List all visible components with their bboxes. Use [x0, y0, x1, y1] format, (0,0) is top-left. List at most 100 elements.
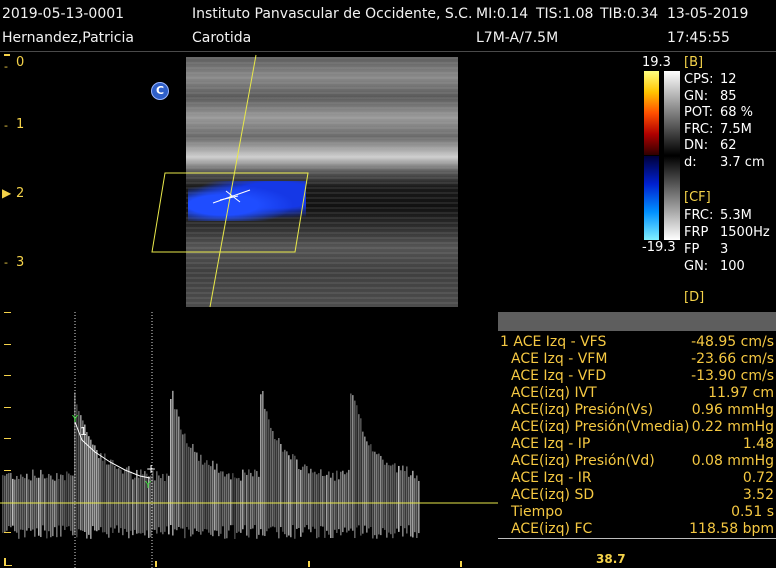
- spectrum-mark: [310, 468, 312, 533]
- spectrum-mark: [288, 455, 290, 536]
- spectrum-mark: [352, 395, 354, 531]
- spectrum-mark: [92, 444, 94, 527]
- colorbar-max: 19.3: [642, 55, 671, 70]
- cursor-label: 1: [80, 425, 87, 438]
- spectrum-mark: [414, 478, 416, 533]
- spectrum-mark: [4, 475, 6, 533]
- spectrum-mark: [336, 470, 338, 533]
- spectrum-mark: [100, 453, 102, 528]
- spectrum-mark: [152, 470, 154, 530]
- spectrum-mark: [342, 470, 344, 533]
- spectrum-mark: [262, 390, 264, 536]
- spectrum-mark: [204, 462, 206, 529]
- param-row: d: 3.7 cm: [684, 154, 765, 170]
- spectrum-mark: [182, 434, 184, 529]
- spectrum-mark: [190, 447, 192, 537]
- spectrum-mark: [62, 475, 64, 526]
- peak-marker-icon: Y: [71, 414, 79, 425]
- spectrum-mark: [16, 475, 18, 533]
- spectrum-mark: [202, 464, 204, 532]
- spectrum-mark: [228, 473, 230, 531]
- spectrum-mark: [304, 464, 306, 528]
- spectrum-mark: [258, 476, 260, 535]
- spectrum-mark: [156, 471, 158, 534]
- spectrum-mark: [46, 477, 48, 539]
- spectrum-mark: [56, 473, 58, 538]
- spectrum-mark: [208, 464, 210, 533]
- spectrum-mark: [338, 479, 340, 530]
- spectrum-mark: [164, 480, 166, 532]
- spectrum-mark: [132, 479, 134, 536]
- spectrum-mark: [334, 480, 336, 530]
- spectrum-mark: [110, 459, 112, 528]
- spectrum-mark: [66, 471, 68, 527]
- spectrum-mark: [330, 477, 332, 539]
- spectrum-mark: [312, 472, 314, 527]
- cf-params: FRC: 5.3M FRP 1500Hz FP 3 GN: 100: [684, 207, 770, 275]
- spectrum-mark: [366, 441, 368, 533]
- spectrum-mark: [94, 445, 96, 531]
- param-row: GN: 100: [684, 259, 745, 274]
- color-map-positive: [644, 71, 659, 155]
- spectrum-mark: [284, 449, 286, 535]
- spectrum-mark: [298, 469, 300, 528]
- spectrum-mark: [380, 455, 382, 536]
- spectrum-mark: [362, 431, 364, 534]
- spectrum-mark: [246, 474, 248, 536]
- param-row: GN: 85: [684, 88, 737, 104]
- spectrum-mark: [6, 473, 8, 531]
- spectrum-mark: [418, 480, 420, 534]
- param-row: FRP 1500Hz: [684, 225, 770, 240]
- spectrum-mark: [30, 480, 32, 531]
- spectrum-mark: [396, 472, 398, 529]
- spectrum-mark: [206, 460, 208, 530]
- spectrum-mark: [24, 478, 26, 538]
- spectrum-mark: [38, 477, 40, 536]
- spectrum-mark: [316, 474, 318, 539]
- spectrum-mark: [360, 418, 362, 536]
- spectrum-mark: [250, 472, 252, 530]
- spectrum-mark: [382, 459, 384, 529]
- param-row: CPS: 12: [684, 72, 737, 87]
- param-row: FRC: 5.3M: [684, 208, 752, 223]
- spectrum-mark: [264, 408, 266, 537]
- spectrum-mark: [276, 440, 278, 533]
- doppler-cursor-line: [209, 54, 257, 308]
- spectrum-mark: [378, 453, 380, 535]
- spectrum-mark: [406, 466, 408, 534]
- spectrum-mark: [186, 443, 188, 528]
- spectrum-mark: [386, 462, 388, 538]
- spectrum-mark: [292, 454, 294, 526]
- spectrum-mark: [268, 419, 270, 529]
- spectrum-mark: [42, 474, 44, 526]
- end-marker-icon: Y: [144, 480, 152, 491]
- spectrum-mark: [86, 432, 88, 539]
- cf-params-title: [CF]: [684, 190, 711, 205]
- spectrum-mark: [172, 390, 174, 536]
- spectrum-mark: [272, 431, 274, 527]
- spectrum-mark: [222, 471, 224, 527]
- spectrum-mark: [122, 473, 124, 536]
- spectrum-mark: [314, 471, 316, 529]
- spectrum-mark: [374, 451, 376, 536]
- spectrum-mark: [402, 465, 404, 537]
- spectrum-mark: [394, 463, 396, 534]
- spectrum-mark: [104, 453, 106, 533]
- spectrum-mark: [398, 465, 400, 532]
- spectrum-mark: [14, 479, 16, 532]
- spectrum-mark: [54, 480, 56, 528]
- doppler-spectrum[interactable]: Y Y + 1: [0, 300, 776, 568]
- spectrum-mark: [116, 468, 118, 526]
- spectrum-mark: [154, 480, 156, 530]
- spectrum-mark: [364, 436, 366, 526]
- spectrum-mark: [10, 472, 12, 528]
- spectrum-mark: [234, 477, 236, 539]
- spectrum-mark: [68, 473, 70, 527]
- spectrum-mark: [184, 433, 186, 539]
- spectrum-mark: [294, 455, 296, 539]
- spectrum-mark: [410, 475, 412, 537]
- spectrum-waveform: [2, 390, 420, 539]
- param-row: POT: 68 %: [684, 105, 754, 120]
- spectrum-readout: 38.7: [596, 552, 626, 566]
- spectrum-mark: [320, 469, 322, 527]
